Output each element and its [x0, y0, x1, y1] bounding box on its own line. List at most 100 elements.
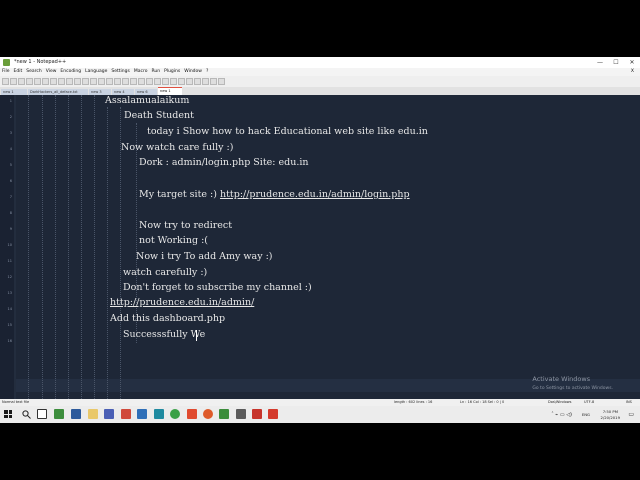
search-icon[interactable]	[22, 410, 31, 419]
close-button[interactable]: ✕	[624, 57, 640, 68]
run-macro-icon[interactable]	[210, 78, 217, 85]
maximize-button[interactable]: ☐	[608, 57, 624, 68]
copy-icon[interactable]	[66, 78, 73, 85]
tab-bar: new 1 DarkHackers_all_deface.txt new 3 n…	[0, 87, 640, 95]
watermark-subtitle: Go to Settings to activate Windows.	[532, 386, 613, 391]
close-all-icon[interactable]	[42, 78, 49, 85]
code-line-11: Now i try To add Amy way :)	[136, 251, 273, 262]
cut-icon[interactable]	[58, 78, 65, 85]
target-login-link[interactable]: http://prudence.edu.in/admin/login.php	[220, 189, 410, 200]
code-line-1: Assalamualaikum	[105, 95, 190, 106]
folder-workspace-icon[interactable]	[178, 78, 185, 85]
menu-view[interactable]: View	[46, 68, 57, 76]
line-number: 15	[7, 323, 12, 327]
save-icon[interactable]	[18, 78, 25, 85]
line-number: 11	[7, 259, 12, 263]
recorder-taskbar-icon[interactable]	[268, 409, 278, 419]
stop-macro-icon[interactable]	[194, 78, 201, 85]
store-taskbar-icon[interactable]	[154, 409, 164, 419]
code-line-7: My target site :) http://prudence.edu.in…	[139, 189, 410, 200]
status-mode: INS	[626, 400, 632, 404]
zoom-in-icon[interactable]	[114, 78, 121, 85]
find-icon[interactable]	[98, 78, 105, 85]
app-taskbar-icon[interactable]	[187, 409, 197, 419]
task-view-icon[interactable]	[37, 409, 47, 419]
print-icon[interactable]	[50, 78, 57, 85]
file-explorer-icon[interactable]	[88, 409, 98, 419]
menu-settings[interactable]: Settings	[111, 68, 129, 76]
screen: *new 1 - Notepad++ — ☐ ✕ File Edit Searc…	[0, 57, 640, 423]
close-file-icon[interactable]	[34, 78, 41, 85]
app-taskbar-icon[interactable]	[104, 409, 114, 419]
line-number: 8	[9, 211, 12, 215]
photoshop-taskbar-icon[interactable]	[71, 409, 81, 419]
close-document-button[interactable]: X	[631, 68, 634, 76]
menu-run[interactable]: Run	[151, 68, 160, 76]
admin-link[interactable]: http://prudence.edu.in/admin/	[110, 297, 254, 308]
code-line-12: watch carefully :)	[123, 267, 208, 278]
record-macro-icon[interactable]	[186, 78, 193, 85]
indent-guide-icon[interactable]	[154, 78, 161, 85]
play-macro-icon[interactable]	[202, 78, 209, 85]
menu-macro[interactable]: Macro	[134, 68, 148, 76]
code-line-4: Now watch care fully :)	[121, 142, 234, 153]
menu-plugins[interactable]: Plugins	[164, 68, 180, 76]
notepad-taskbar-icon[interactable]	[219, 409, 229, 419]
minimize-button[interactable]: —	[592, 57, 608, 68]
redo-icon[interactable]	[90, 78, 97, 85]
show-all-chars-icon[interactable]	[146, 78, 153, 85]
notification-icon[interactable]: ▭	[628, 411, 634, 418]
function-list-icon[interactable]	[170, 78, 177, 85]
windows-start-icon[interactable]	[4, 410, 12, 418]
indent-guide	[55, 95, 56, 399]
indent-guide	[68, 95, 69, 399]
menu-search[interactable]: Search	[26, 68, 41, 76]
status-position: Ln : 16 Col : 18 Sel : 0 | 0	[460, 400, 505, 404]
line-number: 13	[7, 291, 12, 295]
paste-icon[interactable]	[74, 78, 81, 85]
menu-window[interactable]: Window	[184, 68, 202, 76]
fold-margin	[14, 95, 16, 423]
sync-scroll-icon[interactable]	[130, 78, 137, 85]
menu-file[interactable]: File	[2, 68, 10, 76]
doc-map-icon[interactable]	[162, 78, 169, 85]
menu-help[interactable]: ?	[206, 68, 208, 76]
app-taskbar-icon[interactable]	[252, 409, 262, 419]
save-macro-icon[interactable]	[218, 78, 225, 85]
line-number: 9	[9, 227, 12, 231]
save-all-icon[interactable]	[26, 78, 33, 85]
chrome-taskbar-icon[interactable]	[170, 409, 180, 419]
new-file-icon[interactable]	[2, 78, 9, 85]
replace-icon[interactable]	[106, 78, 113, 85]
clock-time[interactable]: 7:50 PM	[603, 409, 618, 414]
notepadpp-icon	[3, 59, 10, 66]
indent-guide	[136, 123, 137, 343]
zoom-out-icon[interactable]	[122, 78, 129, 85]
line-number: 10	[7, 243, 12, 247]
notepadpp-taskbar-icon[interactable]	[54, 409, 64, 419]
open-file-icon[interactable]	[10, 78, 17, 85]
word-wrap-icon[interactable]	[138, 78, 145, 85]
edge-taskbar-icon[interactable]	[137, 409, 147, 419]
language-indicator[interactable]: ENG	[582, 412, 590, 417]
tab-new-1-active[interactable]: new 1	[158, 87, 182, 95]
line-number: 16	[7, 339, 12, 343]
menu-edit[interactable]: Edit	[14, 68, 23, 76]
status-bar: Normal text file length : 602 lines : 16…	[0, 399, 640, 406]
menu-language[interactable]: Language	[85, 68, 107, 76]
video-taskbar-icon[interactable]	[121, 409, 131, 419]
indent-guide	[81, 95, 82, 399]
menu-encoding[interactable]: Encoding	[60, 68, 81, 76]
firefox-taskbar-icon[interactable]	[203, 409, 213, 419]
undo-icon[interactable]	[82, 78, 89, 85]
line-number: 2	[9, 115, 12, 119]
line-number: 1	[9, 99, 12, 103]
clock-date[interactable]: 2/20/2019	[601, 415, 620, 420]
code-line-15: Add this dashboard.php	[110, 313, 226, 324]
editor-area[interactable]: 1 2 3 4 5 6 7 8 9 10 11 12 13 14 15 16 A…	[0, 95, 640, 423]
app-taskbar-icon[interactable]	[236, 409, 246, 419]
line-number: 14	[7, 307, 12, 311]
status-encoding: UTF-8	[584, 400, 595, 404]
tray-icons[interactable]: ˆ ⌁ ▭ ◁)	[551, 412, 572, 418]
menu-bar: File Edit Search View Encoding Language …	[0, 68, 640, 76]
